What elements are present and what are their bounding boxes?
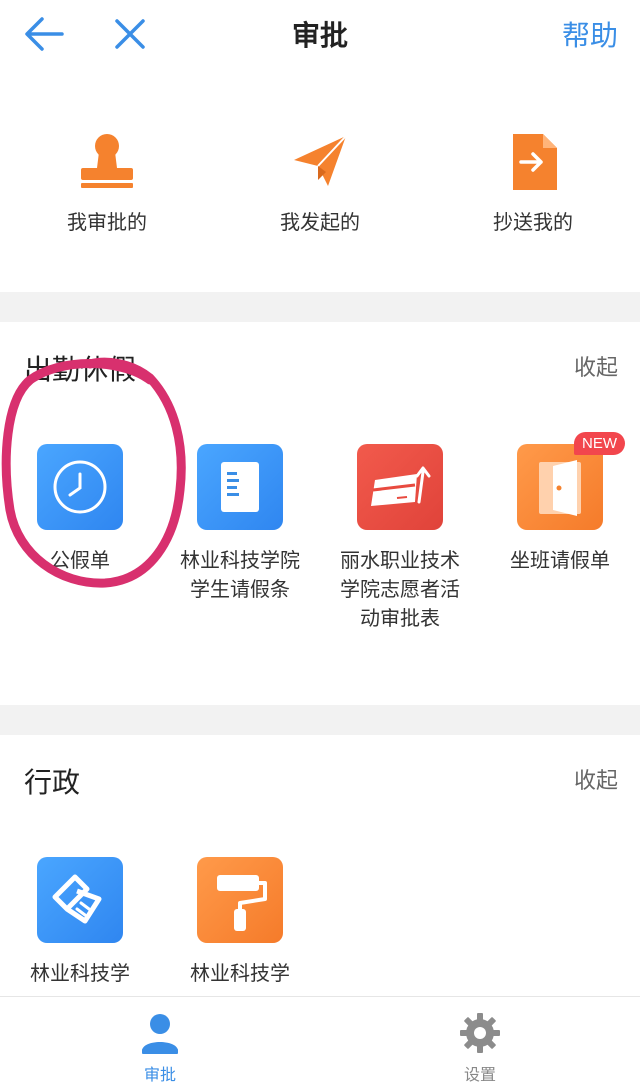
card-growth-icon (371, 466, 431, 506)
app-name: 丽水职业技术学院志愿者活动审批表 (340, 548, 460, 630)
page-title: 审批 (291, 19, 348, 52)
new-badge: NEW (574, 432, 625, 455)
tab-label: 设置 (463, 1065, 496, 1084)
quick-actions: 我审批的 我发起的 抄送我的 (0, 70, 640, 292)
app-tile (197, 444, 283, 530)
app-tile (357, 444, 443, 530)
collapse-button[interactable]: 收起 (574, 763, 618, 795)
app-tile (37, 444, 123, 530)
app-tile: NEW (517, 432, 625, 530)
quick-action-cc-me[interactable]: 抄送我的 (453, 130, 613, 235)
stamp-icon (75, 130, 139, 194)
gear-icon (458, 1011, 502, 1055)
document-forward-icon (501, 130, 565, 194)
door-exit-icon (539, 460, 581, 516)
section-administration: 行政 收起 林业科技学 林业科技学 (0, 735, 640, 996)
collapse-button[interactable]: 收起 (574, 350, 618, 382)
app-name: 坐班请假单 (510, 548, 610, 572)
help-button[interactable]: 帮助 (562, 14, 618, 54)
clock-icon (53, 460, 107, 514)
app-public-leave-form[interactable]: 公假单 (0, 444, 160, 575)
section-title: 行政 (24, 766, 81, 799)
tab-approval[interactable]: 审批 (100, 1011, 220, 1085)
person-icon (138, 1011, 182, 1055)
paper-plane-icon (288, 130, 352, 194)
app-volunteer-approval[interactable]: 丽水职业技术学院志愿者活动审批表 (320, 444, 480, 633)
quick-action-label: 我发起的 (280, 210, 360, 234)
tab-settings[interactable]: 设置 (420, 1011, 540, 1085)
handshake-icon (52, 874, 102, 924)
app-student-leave-note[interactable]: 林业科技学院学生请假条 (160, 444, 320, 604)
paint-roller-icon (217, 875, 267, 931)
app-tile (37, 857, 123, 943)
app-tile (197, 857, 283, 943)
quick-action-label: 抄送我的 (493, 210, 573, 234)
app-office-leave-form[interactable]: NEW 坐班请假单 (480, 432, 640, 575)
app-admin-1[interactable]: 林业科技学 (0, 857, 160, 988)
divider (0, 292, 640, 322)
top-bar: 审批 帮助 (0, 0, 640, 70)
app-name: 林业科技学 (30, 961, 130, 985)
section-title: 出勤休假 (24, 353, 137, 386)
app-name: 公假单 (50, 548, 110, 572)
divider (0, 705, 640, 735)
quick-action-my-initiated[interactable]: 我发起的 (240, 130, 400, 235)
quick-action-label: 我审批的 (67, 210, 147, 234)
bottom-nav: 审批 设置 (0, 996, 640, 1086)
app-name: 林业科技学 (190, 961, 290, 985)
tab-label: 审批 (143, 1065, 176, 1084)
app-admin-2[interactable]: 林业科技学 (160, 857, 320, 988)
document-icon (221, 462, 259, 512)
section-attendance-leave: 出勤休假 收起 公假单 林业科技学院学生请假条 丽水职业技术学院志愿者活动审批表… (0, 322, 640, 705)
quick-action-my-approvals[interactable]: 我审批的 (27, 130, 187, 235)
app-name: 林业科技学院学生请假条 (180, 548, 300, 601)
